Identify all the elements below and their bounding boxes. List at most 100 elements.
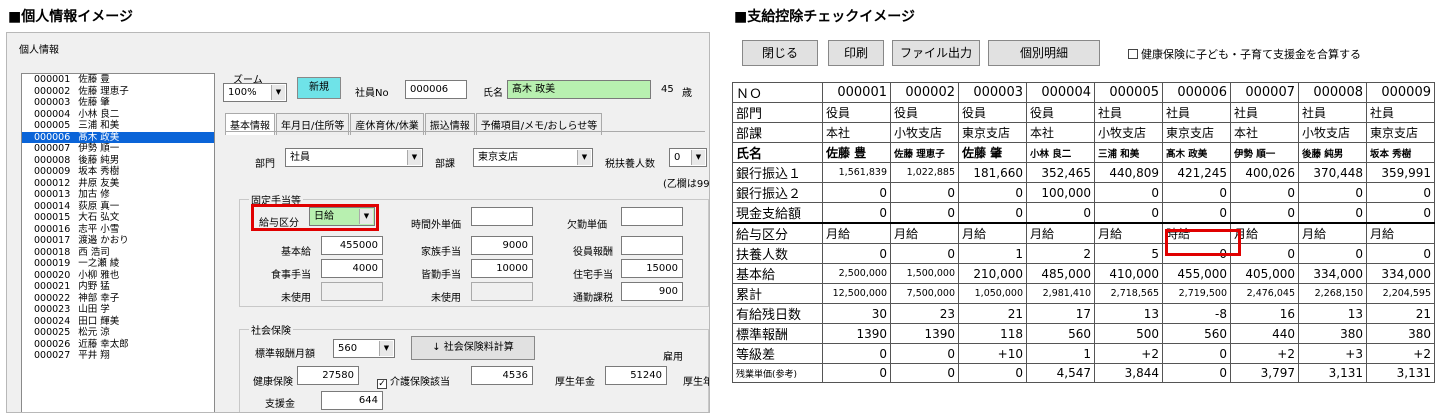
table-row: 銀行振込１ 1,561,839 1,022,885 181,660 352,465 440… (732, 162, 1435, 183)
social-insurance-title: 社会保険 (249, 322, 293, 337)
employee-name: 荻原 真一 (78, 200, 120, 212)
employee-code: 000026 (34, 338, 71, 350)
detail-button[interactable]: 個別明細 (988, 40, 1100, 66)
section-select[interactable]: 東京支店 ▼ (473, 148, 593, 167)
table-cell: 000002 (890, 82, 959, 103)
absence-field[interactable] (621, 207, 683, 226)
care-checkbox[interactable]: ✓ 介護保険該当 (377, 373, 450, 389)
name-field[interactable]: 髙木 政美 (507, 80, 651, 99)
list-item[interactable]: 000003 佐藤 肇 (22, 97, 214, 109)
support-field[interactable]: 644 (321, 391, 383, 410)
table-cell: 500 (1094, 323, 1163, 344)
new-button[interactable]: 新規 (297, 77, 341, 99)
list-item[interactable]: 000026 近藤 幸太郎 (22, 339, 214, 351)
list-item[interactable]: 000013 加古 修 (22, 189, 214, 201)
base-pay-field[interactable]: 455000 (321, 236, 383, 255)
table-cell: 役員 (1026, 102, 1095, 123)
age-unit: 歳 (682, 88, 692, 99)
table-cell: 0 (822, 182, 891, 203)
table-cell: 0 (1162, 343, 1231, 364)
table-cell: 4,547 (1026, 363, 1095, 383)
employee-code: 000016 (34, 223, 71, 235)
table-row: 累計 12,500,000 7,500,000 1,050,000 2,981,410 2… (732, 283, 1435, 304)
table-row: 現金支給額 0 0 0 0 0 0 0 0 0 (732, 202, 1435, 224)
emp-no-field[interactable]: 000006 (405, 80, 467, 99)
table-cell: 0 (1162, 182, 1231, 203)
list-item[interactable]: 000023 山田 学 (22, 304, 214, 316)
list-item[interactable]: 000024 田口 輝美 (22, 316, 214, 328)
list-item[interactable]: 000018 西 浩司 (22, 247, 214, 259)
table-cell: 400,026 (1230, 162, 1299, 183)
housing-allowance-field[interactable]: 15000 (621, 259, 683, 278)
list-item[interactable]: 000017 渡邉 かおり (22, 235, 214, 247)
list-item[interactable]: 000021 内野 猛 (22, 281, 214, 293)
dept-select[interactable]: 社員 ▼ (285, 148, 423, 167)
list-item[interactable]: 000016 志平 小雪 (22, 224, 214, 236)
care-field[interactable]: 4536 (471, 366, 533, 385)
support-fund-checkbox[interactable]: 健康保険に子ども・子育て支援金を合算する (1128, 46, 1361, 62)
list-item[interactable]: 000005 三浦 和美 (22, 120, 214, 132)
dependents-select[interactable]: 0 ▼ (669, 148, 707, 167)
row-label: 部課 (732, 122, 823, 143)
pension-field[interactable]: 51240 (605, 366, 667, 385)
std-pay-select[interactable]: 560 ▼ (333, 339, 395, 358)
meal-allowance-field[interactable]: 4000 (321, 259, 383, 278)
table-cell: 13 (1298, 303, 1367, 324)
table-cell: 0 (1230, 182, 1299, 203)
employee-list[interactable]: 000001 佐藤 豊 000002 佐藤 理恵子 000003 佐藤 肇 000004 小林… (21, 73, 215, 412)
list-item[interactable]: 000006 髙木 政美 (22, 131, 214, 143)
employee-code: 000007 (34, 143, 71, 154)
list-item[interactable]: 000022 神部 幸子 (22, 293, 214, 305)
table-cell: 000005 (1094, 82, 1163, 103)
employee-name: 田口 輝美 (78, 315, 120, 327)
list-item[interactable]: 000015 大石 弘文 (22, 212, 214, 224)
list-item[interactable]: 000007 伊勢 順一 (22, 143, 214, 155)
table-cell: 000007 (1230, 82, 1299, 103)
table-cell: 352,465 (1026, 162, 1095, 183)
commute-tax-field[interactable]: 900 (621, 282, 683, 301)
print-button[interactable]: 印刷 (828, 40, 884, 66)
list-item[interactable]: 000009 坂本 秀樹 (22, 166, 214, 178)
table-cell: 359,991 (1366, 162, 1435, 183)
social-calc-button[interactable]: ↓ 社会保険料計算 (411, 336, 535, 360)
table-cell: 440 (1230, 323, 1299, 344)
otsu-note: (乙欄は99) (663, 179, 710, 190)
list-item[interactable]: 000001 佐藤 豊 (22, 74, 214, 86)
list-item[interactable]: 000012 井原 友美 (22, 178, 214, 190)
table-cell: 440,809 (1094, 162, 1163, 183)
list-item[interactable]: 000025 松元 涼 (22, 327, 214, 339)
table-cell: 月給 (1366, 222, 1435, 244)
list-item[interactable]: 000004 小林 良二 (22, 109, 214, 121)
table-cell: 1390 (890, 323, 959, 344)
pay-type-highlight (251, 204, 379, 231)
unused1-label: 未使用 (281, 293, 311, 304)
list-item[interactable]: 000002 佐藤 理恵子 (22, 86, 214, 98)
row-label: 累計 (732, 283, 823, 304)
zoom-select[interactable]: 100% ▼ (223, 83, 287, 102)
table-cell: 000001 (822, 82, 891, 103)
table-cell: +2 (1094, 343, 1163, 364)
table-cell: 2 (1026, 243, 1095, 264)
table-cell: 佐藤 理恵子 (890, 142, 959, 163)
health-field[interactable]: 27580 (297, 366, 359, 385)
list-item[interactable]: 000008 後藤 純男 (22, 155, 214, 167)
row-label: 残業単価(参考) (732, 363, 823, 383)
table-cell: 社員 (1230, 102, 1299, 123)
employee-code: 000020 (34, 269, 71, 281)
employee-code: 000003 (34, 97, 71, 108)
list-item[interactable]: 000020 小柳 雅也 (22, 270, 214, 282)
officer-pay-field[interactable] (621, 236, 683, 255)
chevron-down-icon: ▼ (577, 150, 591, 165)
table-cell: 0 (1366, 243, 1435, 264)
list-item[interactable]: 000014 荻原 真一 (22, 201, 214, 213)
family-allowance-field[interactable]: 9000 (471, 236, 533, 255)
export-button[interactable]: ファイル出力 (892, 40, 980, 66)
list-item[interactable]: 000027 平井 翔 (22, 350, 214, 362)
check-panel: 閉じる 印刷 ファイル出力 個別明細 健康保険に子ども・子育て支援金を合算する … (732, 32, 1450, 413)
employee-code: 000018 (34, 246, 71, 258)
table-cell: 560 (1026, 323, 1095, 344)
list-item[interactable]: 000019 一之瀬 綾 (22, 258, 214, 270)
overtime-field[interactable] (471, 207, 533, 226)
duty-allowance-field[interactable]: 10000 (471, 259, 533, 278)
close-button[interactable]: 閉じる (742, 40, 818, 66)
